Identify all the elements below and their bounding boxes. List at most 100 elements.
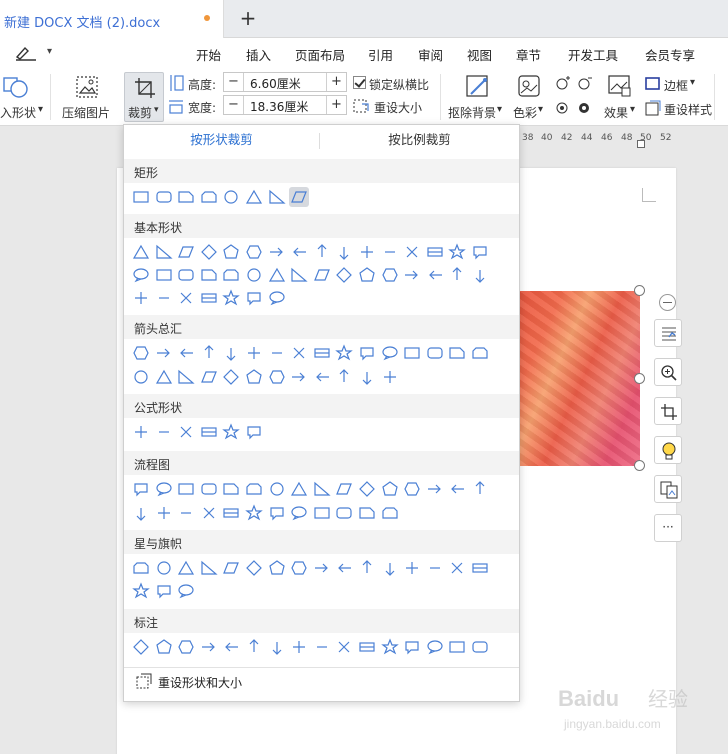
crop-shape-option[interactable]: [267, 637, 287, 657]
crop-shape-option[interactable]: [357, 367, 377, 387]
remove-background-dropdown-icon[interactable]: ▾: [497, 104, 502, 115]
menu-home[interactable]: 开始: [196, 45, 221, 64]
crop-shape-option[interactable]: [154, 187, 174, 207]
convert-button[interactable]: [654, 475, 682, 503]
new-tab-button[interactable]: +: [238, 8, 258, 28]
crop-shape-option[interactable]: [131, 187, 151, 207]
crop-shape-option[interactable]: [221, 503, 241, 523]
crop-shape-option[interactable]: [312, 558, 332, 578]
crop-shape-option[interactable]: [244, 242, 264, 262]
menu-chapter[interactable]: 章节: [516, 45, 541, 64]
crop-shape-option[interactable]: [176, 503, 196, 523]
crop-shape-option[interactable]: [312, 343, 332, 363]
crop-shape-option[interactable]: [221, 558, 241, 578]
width-increase-button[interactable]: +: [326, 96, 346, 114]
crop-shape-option[interactable]: [447, 558, 467, 578]
reset-size-label[interactable]: 重设大小: [374, 99, 422, 116]
crop-shape-option[interactable]: [267, 242, 287, 262]
crop-shape-option[interactable]: [154, 343, 174, 363]
zoom-button[interactable]: [654, 358, 682, 386]
height-increase-button[interactable]: +: [326, 73, 346, 91]
crop-shape-option[interactable]: [131, 367, 151, 387]
border-label[interactable]: 边框: [664, 77, 688, 94]
crop-shape-option[interactable]: [357, 343, 377, 363]
selected-picture[interactable]: [518, 291, 640, 466]
crop-shape-option[interactable]: [267, 479, 287, 499]
reset-shape-size-item[interactable]: 重设形状和大小: [124, 667, 519, 693]
crop-shape-option[interactable]: [267, 187, 287, 207]
crop-shape-option[interactable]: [289, 558, 309, 578]
crop-shape-option[interactable]: [289, 343, 309, 363]
crop-shape-option[interactable]: [244, 288, 264, 308]
crop-shape-option[interactable]: [425, 637, 445, 657]
crop-shape-option[interactable]: [221, 479, 241, 499]
crop-shape-option[interactable]: [176, 242, 196, 262]
crop-shape-option[interactable]: [221, 343, 241, 363]
crop-shape-option[interactable]: [221, 242, 241, 262]
crop-shape-option[interactable]: [357, 265, 377, 285]
crop-shape-option[interactable]: [199, 367, 219, 387]
lock-ratio-checkbox[interactable]: [353, 76, 366, 89]
width-decrease-button[interactable]: −: [224, 96, 244, 114]
menu-view[interactable]: 视图: [467, 45, 492, 64]
crop-shape-option[interactable]: [425, 479, 445, 499]
crop-shape-option[interactable]: [154, 479, 174, 499]
width-stepper[interactable]: − 18.36厘米 +: [223, 95, 347, 115]
crop-shape-option[interactable]: [221, 187, 241, 207]
crop-shape-option[interactable]: [176, 343, 196, 363]
crop-shape-option[interactable]: [334, 558, 354, 578]
crop-shape-option[interactable]: [402, 637, 422, 657]
crop-shape-option[interactable]: [267, 558, 287, 578]
color-icon[interactable]: [518, 75, 540, 97]
crop-shape-option[interactable]: [402, 558, 422, 578]
crop-shape-option[interactable]: [199, 187, 219, 207]
crop-shape-option[interactable]: [154, 503, 174, 523]
menu-page-layout[interactable]: 页面布局: [295, 45, 345, 64]
crop-shape-option[interactable]: [244, 265, 264, 285]
crop-shape-option[interactable]: [131, 479, 151, 499]
menu-references[interactable]: 引用: [368, 45, 393, 64]
crop-shape-option[interactable]: [470, 343, 490, 363]
crop-shape-option[interactable]: [357, 558, 377, 578]
crop-shape-option[interactable]: [357, 242, 377, 262]
crop-shape-option[interactable]: [425, 558, 445, 578]
crop-shape-option[interactable]: [199, 503, 219, 523]
crop-shape-option[interactable]: [267, 503, 287, 523]
crop-shape-option[interactable]: [334, 242, 354, 262]
crop-shape-option[interactable]: [154, 581, 174, 601]
crop-shape-option[interactable]: [447, 265, 467, 285]
crop-shape-option[interactable]: [289, 242, 309, 262]
crop-side-button[interactable]: [654, 397, 682, 425]
crop-shape-option[interactable]: [176, 581, 196, 601]
crop-shape-option[interactable]: [131, 288, 151, 308]
crop-shape-option[interactable]: [154, 367, 174, 387]
crop-shape-option[interactable]: [176, 637, 196, 657]
crop-shape-option[interactable]: [380, 558, 400, 578]
crop-shape-option[interactable]: [267, 367, 287, 387]
crop-shape-option[interactable]: [289, 187, 310, 207]
resize-handle-top-right[interactable]: [634, 285, 645, 296]
crop-shape-option[interactable]: [289, 503, 309, 523]
crop-button[interactable]: 裁剪 ▾: [124, 72, 164, 122]
height-input[interactable]: 6.60厘米: [250, 75, 301, 92]
layout-options-button[interactable]: [654, 319, 682, 347]
crop-shape-option[interactable]: [380, 479, 400, 499]
compress-picture-label[interactable]: 压缩图片: [62, 104, 110, 121]
crop-shape-option[interactable]: [470, 637, 490, 657]
crop-shape-option[interactable]: [289, 367, 309, 387]
reset-style-label[interactable]: 重设样式: [664, 101, 712, 118]
crop-shape-option[interactable]: [131, 503, 151, 523]
crop-shape-option[interactable]: [380, 367, 400, 387]
crop-shape-option[interactable]: [221, 422, 241, 442]
crop-shape-option[interactable]: [244, 503, 264, 523]
remove-background-label[interactable]: 抠除背景: [448, 104, 496, 121]
crop-shape-option[interactable]: [312, 503, 332, 523]
menu-member[interactable]: 会员专享: [645, 45, 695, 64]
crop-shape-option[interactable]: [199, 479, 219, 499]
crop-shape-option[interactable]: [267, 288, 287, 308]
menu-insert[interactable]: 插入: [246, 45, 271, 64]
crop-shape-option[interactable]: [131, 558, 151, 578]
crop-shape-option[interactable]: [154, 265, 174, 285]
crop-shape-option[interactable]: [131, 242, 151, 262]
crop-shape-option[interactable]: [289, 479, 309, 499]
